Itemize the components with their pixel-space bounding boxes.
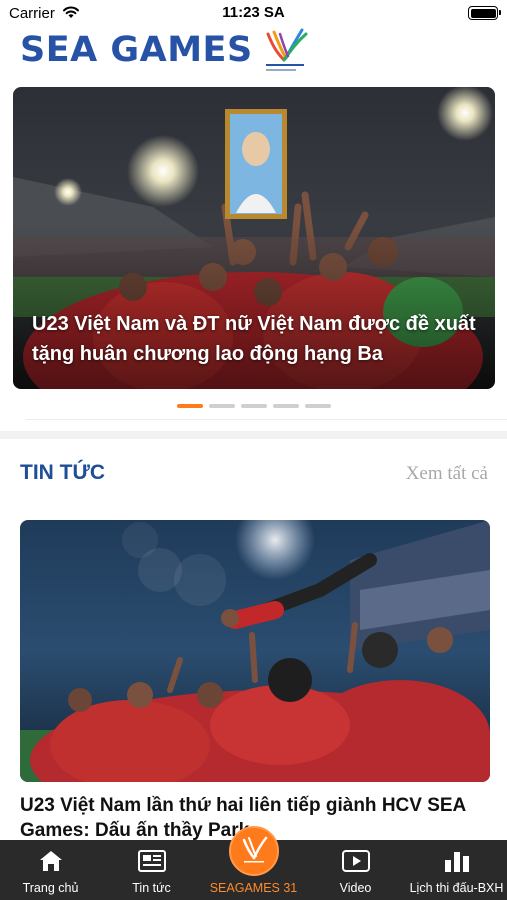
battery-icon	[468, 6, 501, 20]
tab-schedule-standings-label: Lịch thi đấu-BXH	[409, 881, 504, 895]
tab-news-label: Tin tức	[132, 881, 171, 895]
divider	[26, 419, 507, 420]
carousel-dot[interactable]	[240, 404, 267, 408]
tab-home[interactable]: Trang chủ	[0, 840, 101, 900]
news-photo	[20, 520, 490, 782]
sea-games-31-emblem-icon	[266, 28, 308, 71]
status-bar: Carrier 11:23 SA	[0, 0, 507, 28]
hero-title[interactable]: U23 Việt Nam và ĐT nữ Việt Nam được đề x…	[32, 309, 479, 369]
tab-seagames-31[interactable]: SEAGAMES 31	[202, 826, 305, 900]
bar-chart-icon	[444, 852, 469, 872]
carousel-dot-active[interactable]	[176, 404, 203, 408]
sea-games-badge-icon	[228, 826, 279, 876]
carousel-dot[interactable]	[304, 404, 331, 408]
status-time: 11:23 SA	[222, 4, 285, 21]
news-section-title: TIN TỨC	[20, 461, 106, 484]
tab-schedule-standings[interactable]: Lịch thi đấu-BXH	[406, 840, 507, 900]
sea-games-logo-text: SEA GAMES	[20, 30, 253, 70]
newspaper-icon	[137, 850, 166, 872]
play-icon	[341, 850, 370, 872]
bottom-tab-bar: Trang chủ Tin tức SEAGAMES 31 Video Lịch…	[0, 826, 507, 900]
app-header: SEA GAMES	[0, 26, 507, 78]
home-icon	[39, 851, 62, 871]
hero-carousel-card[interactable]: U23 Việt Nam và ĐT nữ Việt Nam được đề x…	[13, 87, 495, 389]
tab-seagames-31-label: SEAGAMES 31	[209, 881, 298, 895]
tab-video[interactable]: Video	[305, 840, 406, 900]
tab-news[interactable]: Tin tức	[101, 840, 202, 900]
section-separator	[0, 431, 507, 439]
carousel-pagination	[0, 404, 507, 408]
carousel-dot[interactable]	[208, 404, 235, 408]
news-item-image[interactable]	[20, 520, 490, 782]
tab-video-label: Video	[339, 881, 372, 895]
tab-home-label: Trang chủ	[22, 881, 79, 895]
see-all-link[interactable]: Xem tất cả	[406, 463, 488, 485]
carousel-dot[interactable]	[272, 404, 299, 408]
